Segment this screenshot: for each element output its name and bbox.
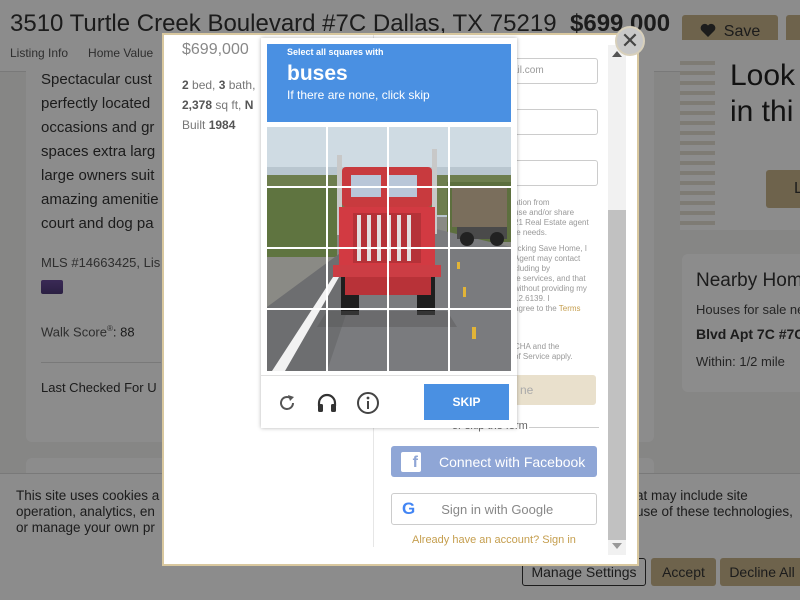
connect-facebook-button[interactable]: f Connect with Facebook	[391, 446, 597, 477]
consent-line: te needs.	[514, 228, 547, 237]
modal-price: $699,000	[182, 41, 249, 58]
name-field[interactable]	[510, 109, 598, 135]
sqft-value: 2,378	[182, 98, 213, 112]
modal-scrollbar[interactable]	[608, 45, 626, 555]
consent-line: licking Save Home, I	[514, 244, 587, 253]
grid-line	[387, 127, 389, 371]
captcha-instruction: Select all squares with	[287, 47, 384, 57]
consent-line: Agent may contact	[514, 254, 581, 263]
sqft-extra: N	[244, 98, 254, 112]
built-label: Built	[182, 118, 209, 132]
beds-value: 2	[182, 78, 189, 92]
scroll-thumb[interactable]	[608, 210, 626, 540]
reload-icon[interactable]	[275, 391, 299, 415]
consent-text: ation from use and/or share 21 Real Esta…	[514, 198, 606, 314]
beds-label: bed,	[188, 78, 219, 92]
captcha-footer-divider	[261, 375, 517, 376]
headphones-icon[interactable]	[315, 391, 339, 415]
consent-line: use and/or share	[514, 208, 575, 217]
sqft: 2,378 sq ft, N	[182, 95, 255, 115]
terms-link[interactable]: Terms	[559, 304, 581, 313]
recaptcha-notice: CHA and the of Service apply.	[514, 342, 606, 362]
consent-line: ation from	[514, 198, 550, 207]
close-icon: ✕	[620, 28, 640, 53]
phone-field[interactable]	[510, 160, 598, 186]
captcha-hint: If there are none, click skip	[287, 88, 430, 102]
consent-line: 12.6139. I	[514, 294, 550, 303]
recaptcha-line: CHA and the	[514, 342, 560, 351]
sign-in-google-button[interactable]: G Sign in with Google	[391, 493, 597, 525]
google-label: Sign in with Google	[441, 501, 554, 517]
sqft-label: sq ft,	[212, 98, 245, 112]
facebook-icon: f	[401, 451, 421, 472]
consent-line: agree to the Terms	[514, 304, 581, 313]
google-icon: G	[402, 499, 416, 518]
close-modal-button[interactable]: ✕	[615, 26, 645, 56]
baths-label: bath,	[225, 78, 256, 92]
grid-line	[267, 308, 511, 310]
year-built: Built 1984	[182, 115, 255, 135]
consent-line: cluding by	[514, 264, 551, 273]
grid-line	[448, 127, 450, 371]
captcha-target: buses	[287, 62, 348, 85]
captcha-image-grid	[267, 127, 511, 371]
modal-property-facts: 2 bed, 3 bath, 2,378 sq ft, N Built 1984	[182, 75, 255, 135]
captcha-skip-button[interactable]: SKIP	[424, 384, 509, 420]
info-icon[interactable]	[356, 391, 380, 415]
save-home-button[interactable]: ne	[510, 375, 596, 405]
truck-photo	[267, 127, 511, 371]
grid-line	[267, 247, 511, 249]
sign-in-link[interactable]: Already have an account? Sign in	[412, 534, 576, 546]
consent-line: without providing my	[514, 284, 587, 293]
consent-line: 21 Real Estate agent	[514, 218, 589, 227]
built-year: 1984	[208, 118, 236, 132]
scroll-down-icon[interactable]	[612, 543, 622, 549]
consent-line: te services, and that	[514, 274, 586, 283]
grid-line	[267, 186, 511, 188]
email-field[interactable]: ail.com	[510, 58, 598, 84]
facebook-label: Connect with Facebook	[439, 453, 586, 470]
recaptcha-line: of Service apply.	[514, 352, 573, 361]
terms-of-service-link[interactable]: Service	[523, 352, 550, 361]
captcha-header: Select all squares with buses If there a…	[267, 44, 511, 122]
beds-baths: 2 bed, 3 bath,	[182, 75, 255, 95]
skip-form-divider	[529, 427, 599, 428]
grid-line	[326, 127, 328, 371]
captcha-challenge: Select all squares with buses If there a…	[261, 38, 517, 428]
